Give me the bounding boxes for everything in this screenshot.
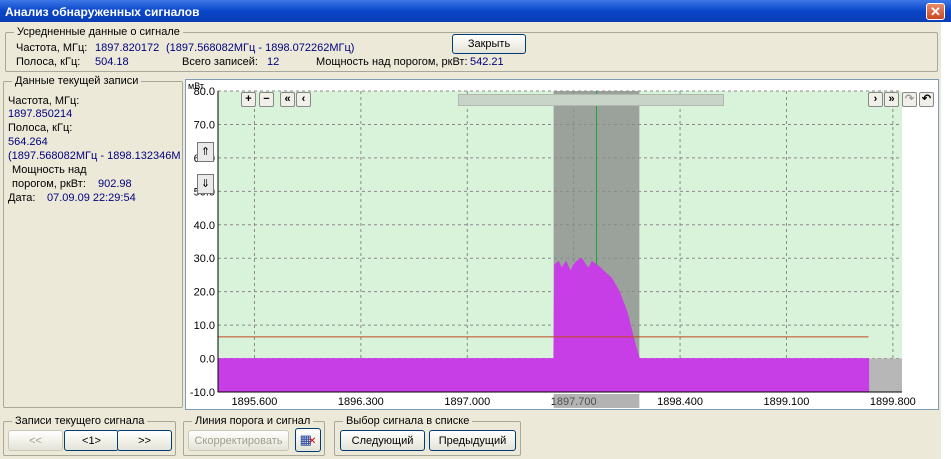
x-tick-label: 1896.300 [338, 396, 384, 408]
avg-band-label: Полоса, кГц: [16, 56, 81, 68]
y-tick-label: 40.0 [194, 220, 215, 232]
y-tick-label: 20.0 [194, 287, 215, 299]
spectrum-chart[interactable]: 80.070.060.050.040.030.020.010.00.0-10.0… [186, 80, 938, 409]
threshold-group-title: Линия порога и сигнал [192, 415, 314, 428]
y-tick-label: 70.0 [194, 119, 215, 131]
chevron-right-icon: › [873, 93, 878, 105]
plot-end-filler [868, 358, 902, 392]
x-axis-highlight [553, 394, 640, 408]
y-tick-label: 0.0 [200, 354, 215, 366]
scroll-last-button[interactable]: » [884, 92, 899, 107]
select-signal-group-title: Выбор сигнала в списке [343, 415, 473, 428]
record-next-button[interactable]: >> [117, 430, 172, 451]
undo-icon: ↶ [921, 93, 932, 105]
y-tick-label: 10.0 [194, 320, 215, 332]
avg-freq-range: (1897.568082МГц - 1898.072262МГц) [166, 42, 355, 54]
undo-button[interactable]: ↶ [919, 92, 934, 107]
cur-power-value: 902.98 [98, 178, 132, 190]
next-signal-button[interactable]: Следующий [340, 430, 425, 451]
avg-power-value: 542.21 [470, 56, 504, 68]
redo-button[interactable]: ↷ [902, 92, 917, 107]
background-window-edge [941, 22, 951, 459]
zoom-out-button[interactable]: − [259, 92, 274, 107]
threshold-up-button[interactable]: ⇑ [197, 142, 214, 162]
avg-signal-group-title: Усредненные данные о сигнале [14, 26, 183, 39]
zoom-in-icon: + [245, 93, 252, 105]
double-chevron-left-icon: « [284, 93, 291, 105]
adjust-button[interactable]: Скорректировать [188, 430, 289, 451]
cur-power-label-1: Мощность над [12, 164, 87, 176]
arrow-up-icon: ⇑ [200, 146, 211, 158]
scroll-prev-button[interactable]: ‹ [296, 92, 311, 107]
scroll-first-button[interactable]: « [280, 92, 295, 107]
cur-band-value: 564.264 [8, 136, 48, 148]
record-prev-button[interactable]: << [8, 430, 63, 451]
spectrum-chart-panel[interactable]: 80.070.060.050.040.030.020.010.00.0-10.0… [185, 79, 939, 410]
cur-freq-label: Частота, МГц: [8, 95, 80, 107]
records-group: Записи текущего сигнала << <1> >> [3, 415, 176, 456]
cur-date-value: 07.09.09 22:29:54 [47, 192, 136, 204]
grid-toggle-button[interactable]: ▦✕ [295, 428, 321, 452]
cur-power-label-2: порогом, ркВт: [12, 178, 86, 190]
record-current-button[interactable]: <1> [64, 430, 119, 451]
window-close-button[interactable]: ✕ [926, 3, 945, 20]
y-tick-label: -10.0 [190, 387, 215, 399]
avg-freq-label: Частота, МГц: [16, 42, 88, 54]
x-tick-label: 1895.600 [232, 396, 278, 408]
chevron-left-icon: ‹ [301, 93, 306, 105]
x-tick-label: 1897.000 [444, 396, 490, 408]
cur-date-label: Дата: [8, 192, 36, 204]
select-signal-group: Выбор сигнала в списке Следующий Предыду… [334, 415, 521, 456]
cur-band-label: Полоса, кГц: [8, 122, 73, 134]
zoom-out-icon: − [263, 93, 270, 105]
zoom-in-button[interactable]: + [241, 92, 256, 107]
scroll-next-button[interactable]: › [868, 92, 883, 107]
y-tick-label: 30.0 [194, 253, 215, 265]
window-title: Анализ обнаруженных сигналов [5, 5, 200, 19]
avg-signal-group: Усредненные данные о сигнале Частота, МГ… [5, 26, 938, 72]
horizontal-scrollbar-thumb[interactable] [458, 94, 724, 106]
avg-power-label: Мощность над порогом, ркВт: [316, 56, 468, 68]
current-record-group-title: Данные текущей записи [12, 75, 142, 88]
close-icon: ✕ [930, 4, 941, 19]
x-tick-label: 1899.100 [764, 396, 810, 408]
arrow-down-icon: ⇓ [200, 178, 211, 190]
current-record-group: Данные текущей записи Частота, МГц: 1897… [3, 75, 183, 408]
cur-range-value: (1897.568082МГц - 1898.132346МГц) [8, 150, 181, 162]
double-chevron-right-icon: » [888, 93, 895, 105]
x-tick-label: 1898.400 [657, 396, 703, 408]
avg-records-label: Всего записей: [182, 56, 258, 68]
cur-freq-value: 1897.850214 [8, 108, 73, 120]
avg-freq-value: 1897.820172 [95, 42, 160, 54]
window-titlebar: Анализ обнаруженных сигналов ✕ [0, 0, 951, 22]
prev-signal-button[interactable]: Предыдущий [429, 430, 516, 451]
x-tick-label: 1899.800 [870, 396, 916, 408]
redo-icon: ↷ [904, 93, 915, 105]
threshold-group: Линия порога и сигнал Скорректировать ▦✕ [183, 415, 325, 456]
avg-records-value: 12 [267, 56, 280, 68]
close-button[interactable]: Закрыть [452, 34, 526, 54]
records-group-title: Записи текущего сигнала [12, 415, 148, 428]
threshold-down-button[interactable]: ⇓ [197, 174, 214, 194]
avg-band-value: 504.18 [95, 56, 129, 68]
y-axis-unit-label: мВт [188, 81, 204, 91]
